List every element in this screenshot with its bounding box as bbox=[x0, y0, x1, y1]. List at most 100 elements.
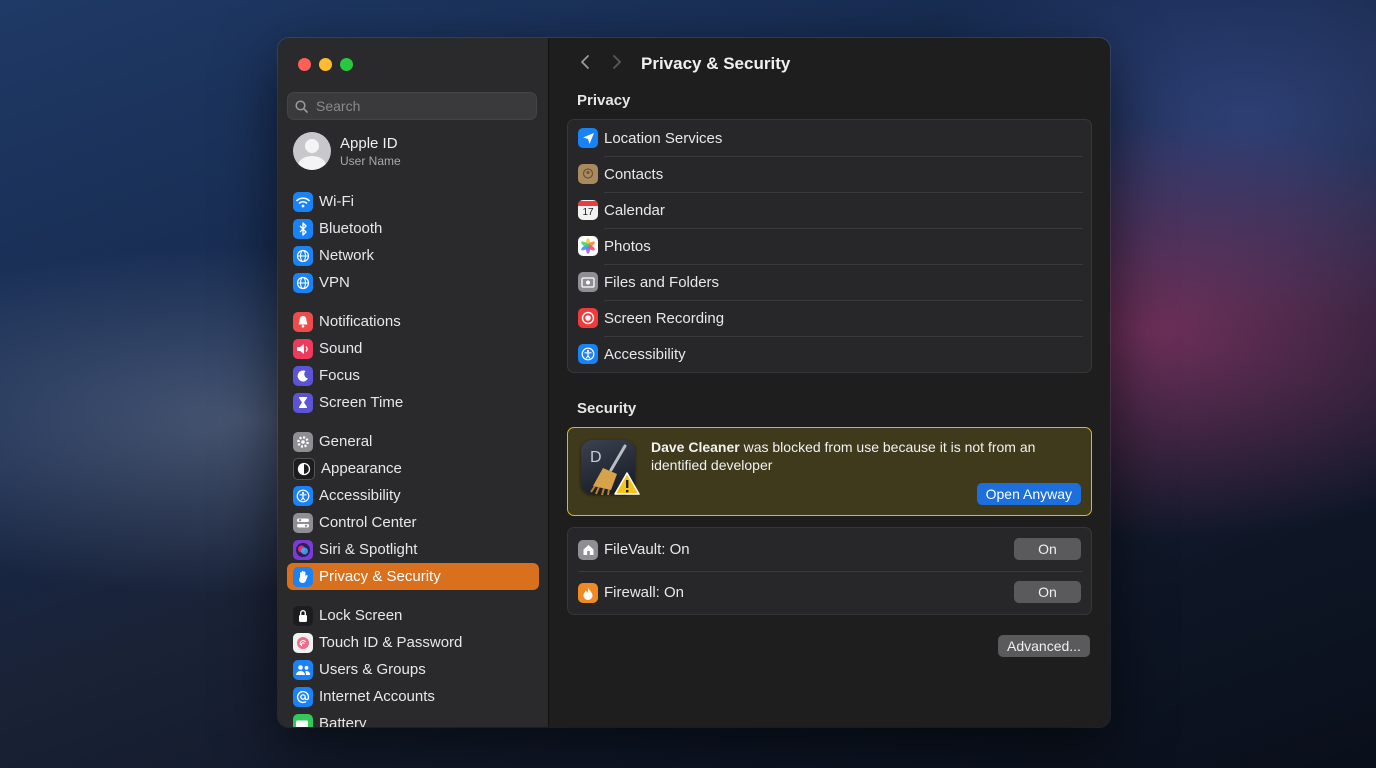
privacy-item-photos[interactable]: Photos bbox=[568, 228, 1091, 264]
chevron-right-icon bbox=[613, 54, 621, 69]
battery-icon bbox=[293, 713, 313, 727]
privacy-item-screen-recording[interactable]: Screen Recording bbox=[568, 300, 1091, 336]
lock-icon bbox=[293, 605, 313, 626]
hand-icon bbox=[293, 566, 313, 587]
hourglass-icon bbox=[293, 392, 313, 413]
privacy-item-label: Calendar bbox=[604, 201, 665, 219]
sidebar-item-siri-spotlight[interactable]: Siri & Spotlight bbox=[287, 536, 539, 563]
toolbar: Privacy & Security bbox=[569, 52, 790, 76]
apple-id-subtitle: User Name bbox=[340, 153, 401, 168]
gear-icon bbox=[293, 431, 313, 452]
sidebar-item-users-groups[interactable]: Users & Groups bbox=[287, 656, 539, 683]
globe-icon bbox=[293, 245, 313, 266]
security-item-firewall: Firewall: On On bbox=[568, 571, 1091, 614]
privacy-item-files-and-folders[interactable]: Files and Folders bbox=[568, 264, 1091, 300]
sidebar-nav: Wi-Fi Bluetooth Network VPN Notifications Sou… bbox=[287, 188, 539, 727]
sidebar-item-screen-time[interactable]: Screen Time bbox=[287, 389, 539, 416]
sidebar-item-battery[interactable]: Battery bbox=[287, 710, 539, 727]
security-item-label: FileVault: On bbox=[604, 541, 690, 558]
sidebar-item-label: Screen Time bbox=[319, 394, 404, 411]
sidebar-item-focus[interactable]: Focus bbox=[287, 362, 539, 389]
avatar bbox=[293, 132, 331, 170]
sidebar-item-network[interactable]: Network bbox=[287, 242, 539, 269]
privacy-item-contacts[interactable]: Contacts bbox=[568, 156, 1091, 192]
security-item-toggle-button[interactable]: On bbox=[1014, 581, 1081, 603]
fingerprint-icon bbox=[293, 632, 313, 653]
sidebar-item-label: Battery bbox=[319, 715, 367, 727]
blocked-app-alert: D Dave Cleaner was blocked from use beca… bbox=[567, 427, 1092, 516]
sidebar-item-label: Control Center bbox=[319, 514, 417, 531]
search-input[interactable] bbox=[314, 97, 518, 115]
sidebar-item-vpn[interactable]: VPN bbox=[287, 269, 539, 296]
sidebar-item-label: Touch ID & Password bbox=[319, 634, 463, 651]
sidebar-item-label: Network bbox=[319, 247, 375, 264]
users-icon bbox=[293, 659, 313, 680]
zoom-window-button[interactable] bbox=[340, 58, 353, 71]
speaker-icon bbox=[293, 338, 313, 359]
privacy-item-label: Photos bbox=[604, 237, 651, 255]
security-item-label: Firewall: On bbox=[604, 584, 685, 601]
sidebar-item-label: VPN bbox=[319, 274, 350, 291]
sidebar-item-accessibility[interactable]: Accessibility bbox=[287, 482, 539, 509]
sidebar-item-touch-id-password[interactable]: Touch ID & Password bbox=[287, 629, 539, 656]
privacy-list: Location Services Contacts 17 Calendar Photo… bbox=[567, 119, 1092, 373]
calendar-icon: 17 bbox=[578, 200, 598, 220]
svg-text:D: D bbox=[590, 449, 602, 466]
close-window-button[interactable] bbox=[298, 58, 311, 71]
folder-icon bbox=[578, 272, 598, 292]
flame-icon bbox=[578, 582, 598, 603]
sidebar-item-general[interactable]: General bbox=[287, 428, 539, 455]
minimize-window-button[interactable] bbox=[319, 58, 332, 71]
privacy-item-label: Files and Folders bbox=[604, 273, 720, 291]
accessibility-icon bbox=[293, 485, 313, 506]
settings-window: Apple ID User Name Wi-Fi Bluetooth Network… bbox=[278, 38, 1110, 727]
house-icon bbox=[578, 539, 598, 560]
apple-id-item[interactable]: Apple ID User Name bbox=[293, 132, 401, 170]
sidebar-item-label: Focus bbox=[319, 367, 360, 384]
open-anyway-button[interactable]: Open Anyway bbox=[976, 483, 1081, 505]
main-pane: Privacy & Security Privacy Location Serv… bbox=[549, 38, 1110, 727]
sidebar-item-privacy-security[interactable]: Privacy & Security bbox=[287, 563, 539, 590]
moon-icon bbox=[293, 365, 313, 386]
search-field[interactable] bbox=[287, 92, 537, 120]
alert-message: Dave Cleaner was blocked from use becaus… bbox=[651, 438, 1071, 474]
privacy-item-calendar[interactable]: 17 Calendar bbox=[568, 192, 1091, 228]
security-list: FileVault: On On Firewall: On On bbox=[567, 527, 1092, 615]
sidebar-item-label: Wi-Fi bbox=[319, 193, 354, 210]
sidebar-item-bluetooth[interactable]: Bluetooth bbox=[287, 215, 539, 242]
globe-icon bbox=[293, 272, 313, 293]
sidebar-item-sound[interactable]: Sound bbox=[287, 335, 539, 362]
sidebar-item-label: General bbox=[319, 433, 373, 450]
privacy-heading: Privacy bbox=[577, 92, 631, 109]
nav-group-gap bbox=[287, 416, 539, 428]
privacy-item-accessibility[interactable]: Accessibility bbox=[568, 336, 1091, 372]
forward-button[interactable] bbox=[601, 53, 633, 76]
sidebar-item-label: Users & Groups bbox=[319, 661, 426, 678]
privacy-item-label: Screen Recording bbox=[604, 309, 725, 327]
sidebar-item-label: Lock Screen bbox=[319, 607, 403, 624]
sidebar-item-internet-accounts[interactable]: Internet Accounts bbox=[287, 683, 539, 710]
security-item-filevault: FileVault: On On bbox=[568, 528, 1091, 571]
photos-icon bbox=[578, 236, 598, 256]
advanced-button[interactable]: Advanced... bbox=[998, 635, 1090, 657]
sidebar-item-wi-fi[interactable]: Wi-Fi bbox=[287, 188, 539, 215]
sidebar-item-label: Appearance bbox=[321, 460, 402, 477]
page-title: Privacy & Security bbox=[641, 54, 791, 73]
sidebar-item-lock-screen[interactable]: Lock Screen bbox=[287, 602, 539, 629]
sidebar-item-label: Accessibility bbox=[319, 487, 401, 504]
security-item-toggle-button[interactable]: On bbox=[1014, 538, 1081, 560]
sidebar-item-label: Sound bbox=[319, 340, 363, 357]
window-controls bbox=[298, 58, 353, 71]
location-arrow-icon bbox=[578, 128, 598, 148]
sidebar-item-appearance[interactable]: Appearance bbox=[287, 455, 539, 482]
back-button[interactable] bbox=[569, 53, 601, 76]
privacy-item-label: Location Services bbox=[604, 129, 723, 147]
nav-group-gap bbox=[287, 296, 539, 308]
sidebar-item-label: Bluetooth bbox=[319, 220, 383, 237]
alert-app-name: Dave Cleaner bbox=[651, 439, 740, 455]
security-heading: Security bbox=[577, 400, 637, 417]
contacts-icon bbox=[578, 164, 598, 184]
sidebar-item-control-center[interactable]: Control Center bbox=[287, 509, 539, 536]
sidebar-item-notifications[interactable]: Notifications bbox=[287, 308, 539, 335]
privacy-item-location-services[interactable]: Location Services bbox=[568, 120, 1091, 156]
